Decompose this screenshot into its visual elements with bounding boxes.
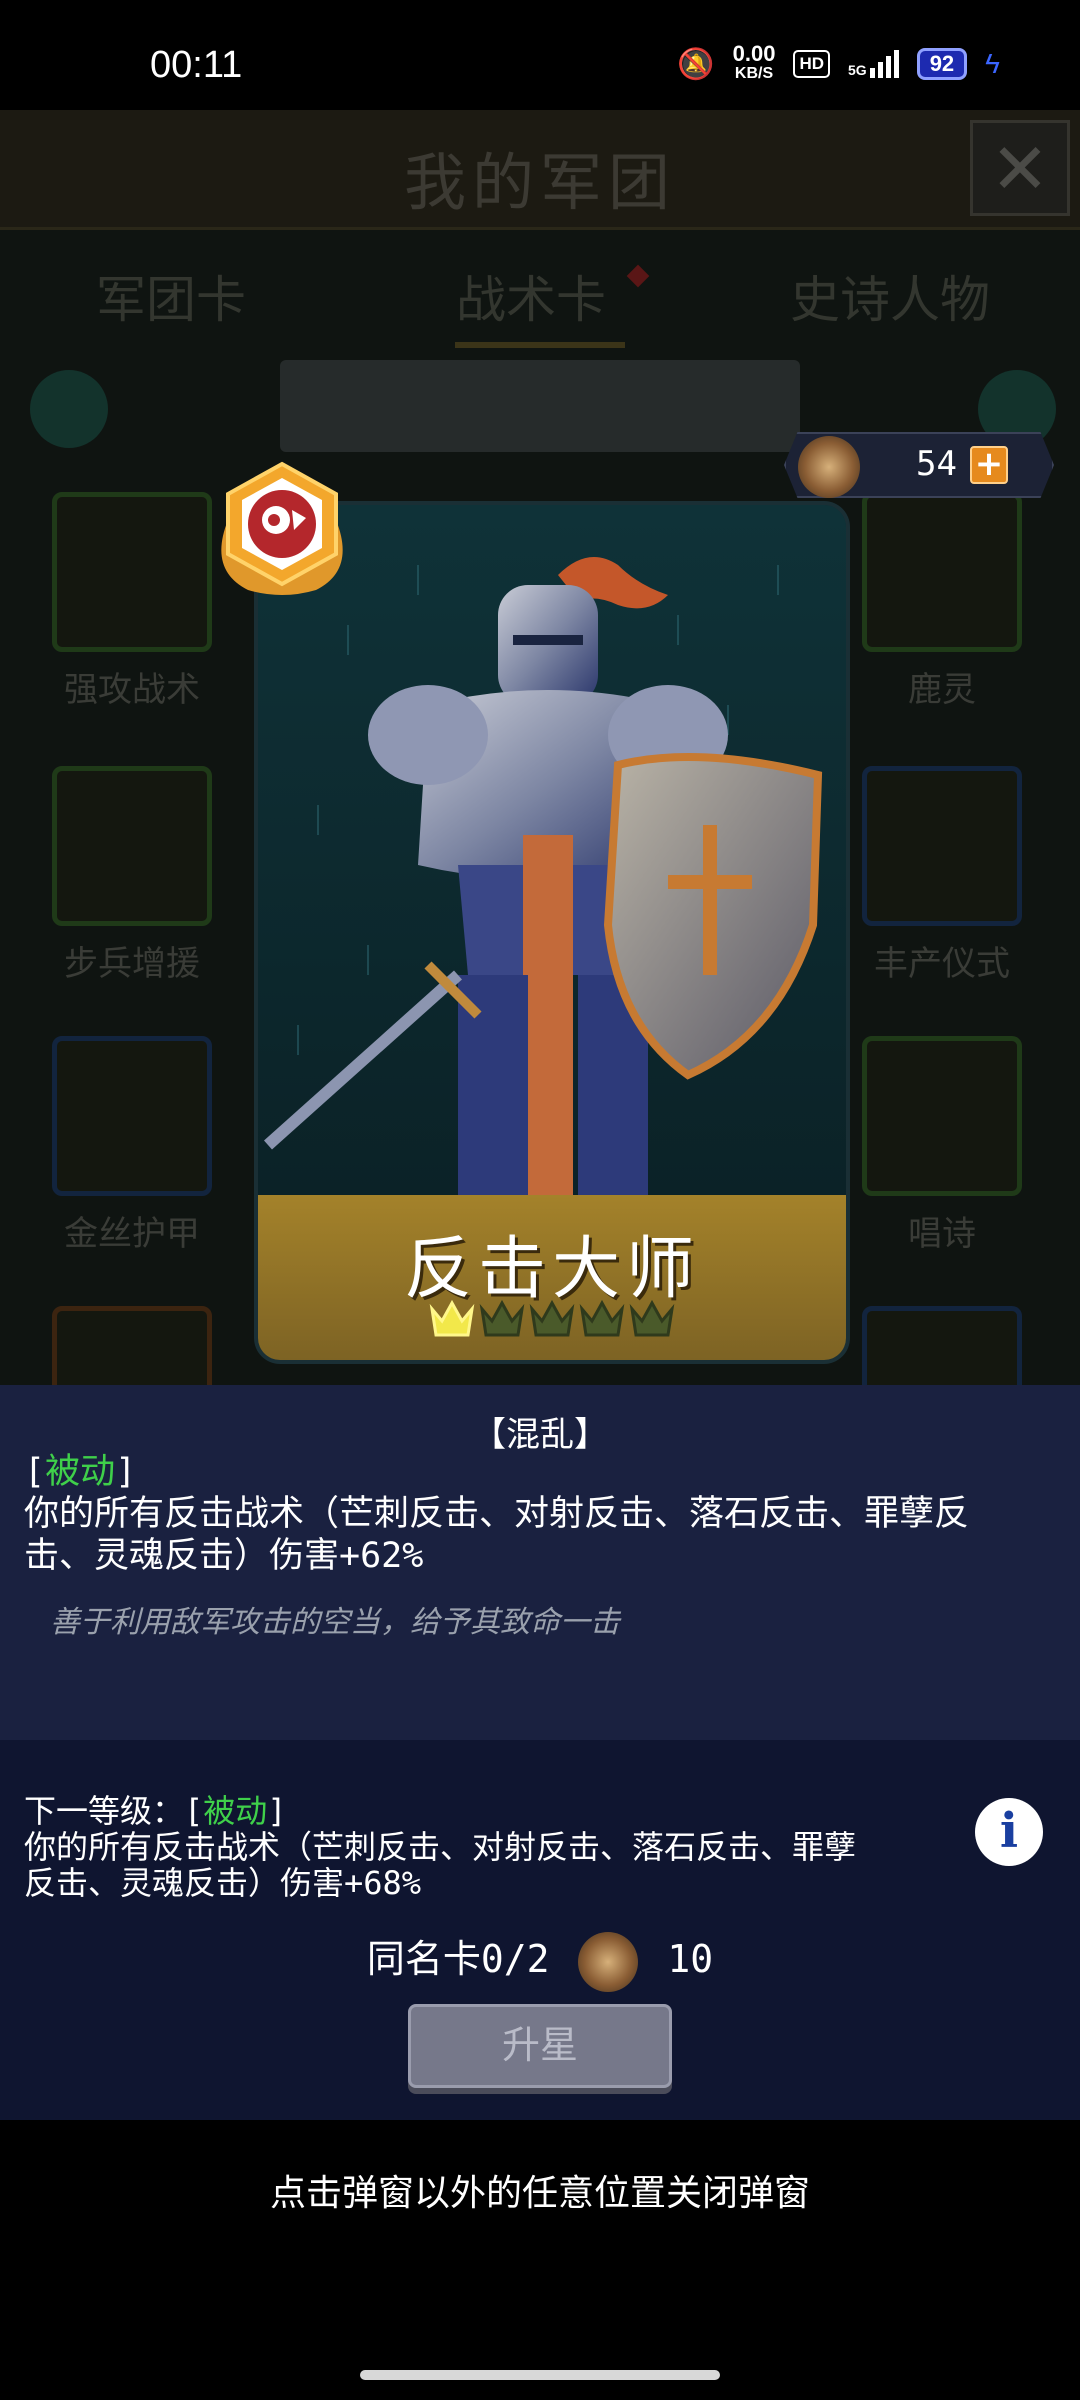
bg-card[interactable] [52,1036,212,1196]
bg-card-label: 步兵增援 [64,944,200,984]
bg-card-label: 强攻战术 [64,670,200,710]
upgrade-cost: 10 [667,1937,714,1981]
add-currency-button[interactable]: + [970,446,1008,484]
duplicate-card-row: 同名卡0/2 10 [0,1928,1080,1992]
hd-icon: HD [793,50,830,78]
net-speed: 0.00 KB/S [732,41,776,84]
crest-icon [798,436,860,498]
status-time: 00:11 [150,44,243,86]
next-level-prefix: 下一等级：[ [24,1792,204,1830]
crest-icon [578,1931,639,1992]
crown-empty-icon [629,1299,675,1337]
rarity-badge-icon [221,461,343,595]
net-speed-unit: KB/S [734,65,774,82]
bg-card[interactable] [52,492,212,652]
knight-illustration [258,505,846,1195]
background-header: 我的军团 ✕ [0,110,1080,230]
crown-empty-icon [529,1299,575,1337]
duplicate-count: 同名卡0/2 [366,1937,550,1981]
signal-label: 5G [848,62,867,78]
bg-card[interactable] [52,766,212,926]
card-category-tag: 【混乱】 [472,1415,608,1455]
signal-icon: 5G [848,50,899,78]
bg-card-label: 金丝护甲 [64,1214,200,1254]
tab-epic-heroes[interactable]: 史诗人物 [790,260,990,332]
card-nameplate: 反击大师 [258,1195,846,1360]
flavor-text: 善于利用敌军攻击的空当，给予其致命一击 [50,1605,620,1640]
net-speed-value: 0.00 [732,41,776,66]
close-hint: 点击弹窗以外的任意位置关闭弹窗 [269,2173,810,2214]
next-level-header: 下一等级：[被动] [24,1793,984,1829]
search-box[interactable] [280,360,800,452]
bg-card[interactable] [862,766,1022,926]
next-level-suffix: ] [267,1792,287,1830]
passive-label: 被动 [45,1452,116,1492]
card-effect-section: 【混乱】 [被动] 你的所有反击战术（芒刺反击、对射反击、落石反击、罪孽反 击、… [0,1385,1080,1740]
mute-icon: 🔕 [677,47,715,81]
bg-card-label: 鹿灵 [908,670,976,710]
next-passive-label: 被动 [203,1792,268,1830]
info-icon[interactable]: i [975,1798,1043,1866]
next-level-description-line: 反击、灵魂反击）伤害+68% [24,1864,422,1902]
bracket-close: ] [115,1452,137,1492]
page-title: 我的军团 [403,146,676,219]
tab-underline [455,342,625,348]
charging-icon: ϟ [985,48,1000,79]
notification-dot [626,264,650,288]
status-bar: 00:11 🔕 0.00 KB/S HD 5G 92 ϟ [0,0,1080,110]
tab-tactic-cards[interactable]: 战术卡 [456,260,606,332]
crown-empty-icon [479,1299,525,1337]
next-level-description-line: 你的所有反击战术（芒刺反击、对射反击、落石反击、罪孽 [24,1828,857,1866]
crown-filled-icon [429,1299,475,1337]
close-icon[interactable]: ✕ [970,120,1070,216]
next-level-section: 下一等级：[被动] 你的所有反击战术（芒刺反击、对射反击、落石反击、罪孽 反击、… [24,1793,984,1901]
currency-value: 54 [916,444,957,484]
effect-description-line: 击、灵魂反击）伤害+62% [24,1536,424,1576]
upgrade-star-button[interactable]: 升星 [408,2004,672,2088]
tab-bar: 军团卡 战术卡 史诗人物 [0,250,1080,350]
battery-icon: 92 [916,48,968,80]
bg-card-label: 唱诗 [908,1214,976,1254]
tactic-card: 反击大师 [258,505,846,1360]
currency-counter: 54 + [784,432,1054,498]
home-indicator[interactable] [360,2370,720,2380]
bracket-open: [ [24,1452,46,1492]
bg-card-label: 丰产仪式 [874,944,1010,984]
star-level [428,1297,676,1341]
crown-empty-icon [579,1299,625,1337]
effect-description-line: 你的所有反击战术（芒刺反击、对射反击、落石反击、罪孽反 [24,1494,970,1534]
list-menu-icon[interactable] [30,370,108,448]
tab-legion-cards[interactable]: 军团卡 [96,260,246,332]
status-icons: 🔕 0.00 KB/S HD 5G 92 ϟ [677,41,1000,84]
passive-tag: [被动] [24,1451,1064,1493]
bg-card[interactable] [862,492,1022,652]
bg-card[interactable] [862,1036,1022,1196]
